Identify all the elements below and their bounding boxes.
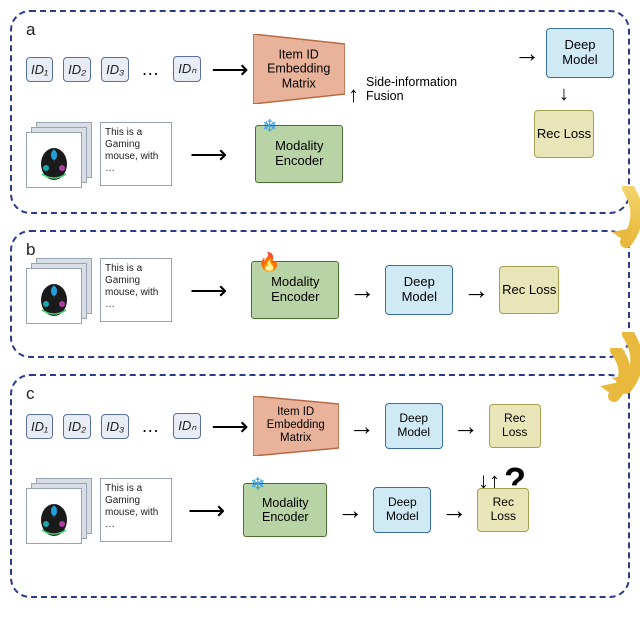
text-card: This is a Gaming mouse, with … [100, 478, 172, 542]
id-chip-3: ID₃ [101, 57, 129, 82]
curved-arrow-icon [608, 332, 640, 402]
arrow-icon: → [349, 413, 375, 439]
arrow-icon: → [349, 277, 375, 303]
image-stack [26, 258, 90, 322]
arrow-icon: ⟶ [211, 413, 242, 439]
mouse-icon [32, 274, 76, 318]
mouse-icon [32, 138, 76, 182]
down-arrow-icon: ↓ [559, 84, 569, 104]
arrow-icon: ⟶ [190, 277, 221, 303]
up-arrow-icon: ↑ [348, 86, 359, 104]
id-chip-n: IDₙ [173, 56, 201, 82]
snowflake-icon: ❄ [262, 116, 277, 137]
modality-encoder-block: ❄ Modality Encoder [255, 125, 343, 183]
arrow-icon: ⟶ [188, 497, 219, 523]
side-info-label: Side-information Fusion [366, 76, 476, 104]
rec-loss-block: Rec Loss [534, 110, 594, 158]
arrow-icon: ⟶ [190, 141, 221, 167]
embedding-matrix-block: Item ID Embedding Matrix [253, 34, 345, 104]
id-chip-1: ID₁ [26, 57, 53, 82]
ellipsis: … [139, 416, 163, 437]
image-stack [26, 122, 90, 186]
panel-b: b This is a Gaming mouse, with … ⟶ 🔥 Mod… [10, 230, 630, 358]
deep-model-block: Deep Model [385, 265, 453, 315]
id-chip-2: ID₂ [63, 57, 91, 82]
modality-encoder-block: ❄ Modality Encoder [243, 483, 327, 537]
rec-loss-block: Rec Loss [477, 488, 529, 532]
text-card: This is a Gaming mouse, with … [100, 258, 172, 322]
curved-arrow-icon [608, 186, 640, 256]
embedding-matrix-block: Item ID Embedding Matrix [253, 396, 339, 456]
arrow-icon: → [441, 497, 467, 523]
arrow-icon: → [337, 497, 363, 523]
deep-model-block: Deep Model [546, 28, 614, 78]
rec-loss-block: Rec Loss [489, 404, 541, 448]
text-card: This is a Gaming mouse, with … [100, 122, 172, 186]
panel-b-label: b [26, 240, 35, 260]
mouse-icon [32, 494, 76, 538]
fusion-arrow-group: ↑ [348, 86, 359, 104]
id-chip-3: ID₃ [101, 414, 129, 439]
id-chip-n: IDₙ [173, 413, 201, 439]
fire-icon: 🔥 [258, 252, 280, 273]
arrow-icon: → [453, 413, 479, 439]
deep-model-block: Deep Model [385, 403, 443, 449]
modality-encoder-block: 🔥 Modality Encoder [251, 261, 339, 319]
rec-loss-block: Rec Loss [499, 266, 559, 314]
panel-c: c ID₁ ID₂ ID₃ … IDₙ ⟶ Item ID Embedding … [10, 374, 630, 598]
id-chip-1: ID₁ [26, 414, 53, 439]
arrow-icon: → [514, 40, 540, 66]
image-stack [26, 478, 90, 542]
panel-a: a ID₁ ID₂ ID₃ … IDₙ ⟶ Item ID Embedding … [10, 10, 630, 214]
ellipsis: … [139, 59, 163, 80]
arrow-icon: → [463, 277, 489, 303]
deep-model-block: Deep Model [373, 487, 431, 533]
snowflake-icon: ❄ [250, 474, 265, 495]
arrow-icon: ⟶ [211, 56, 242, 82]
id-chip-2: ID₂ [63, 414, 91, 439]
